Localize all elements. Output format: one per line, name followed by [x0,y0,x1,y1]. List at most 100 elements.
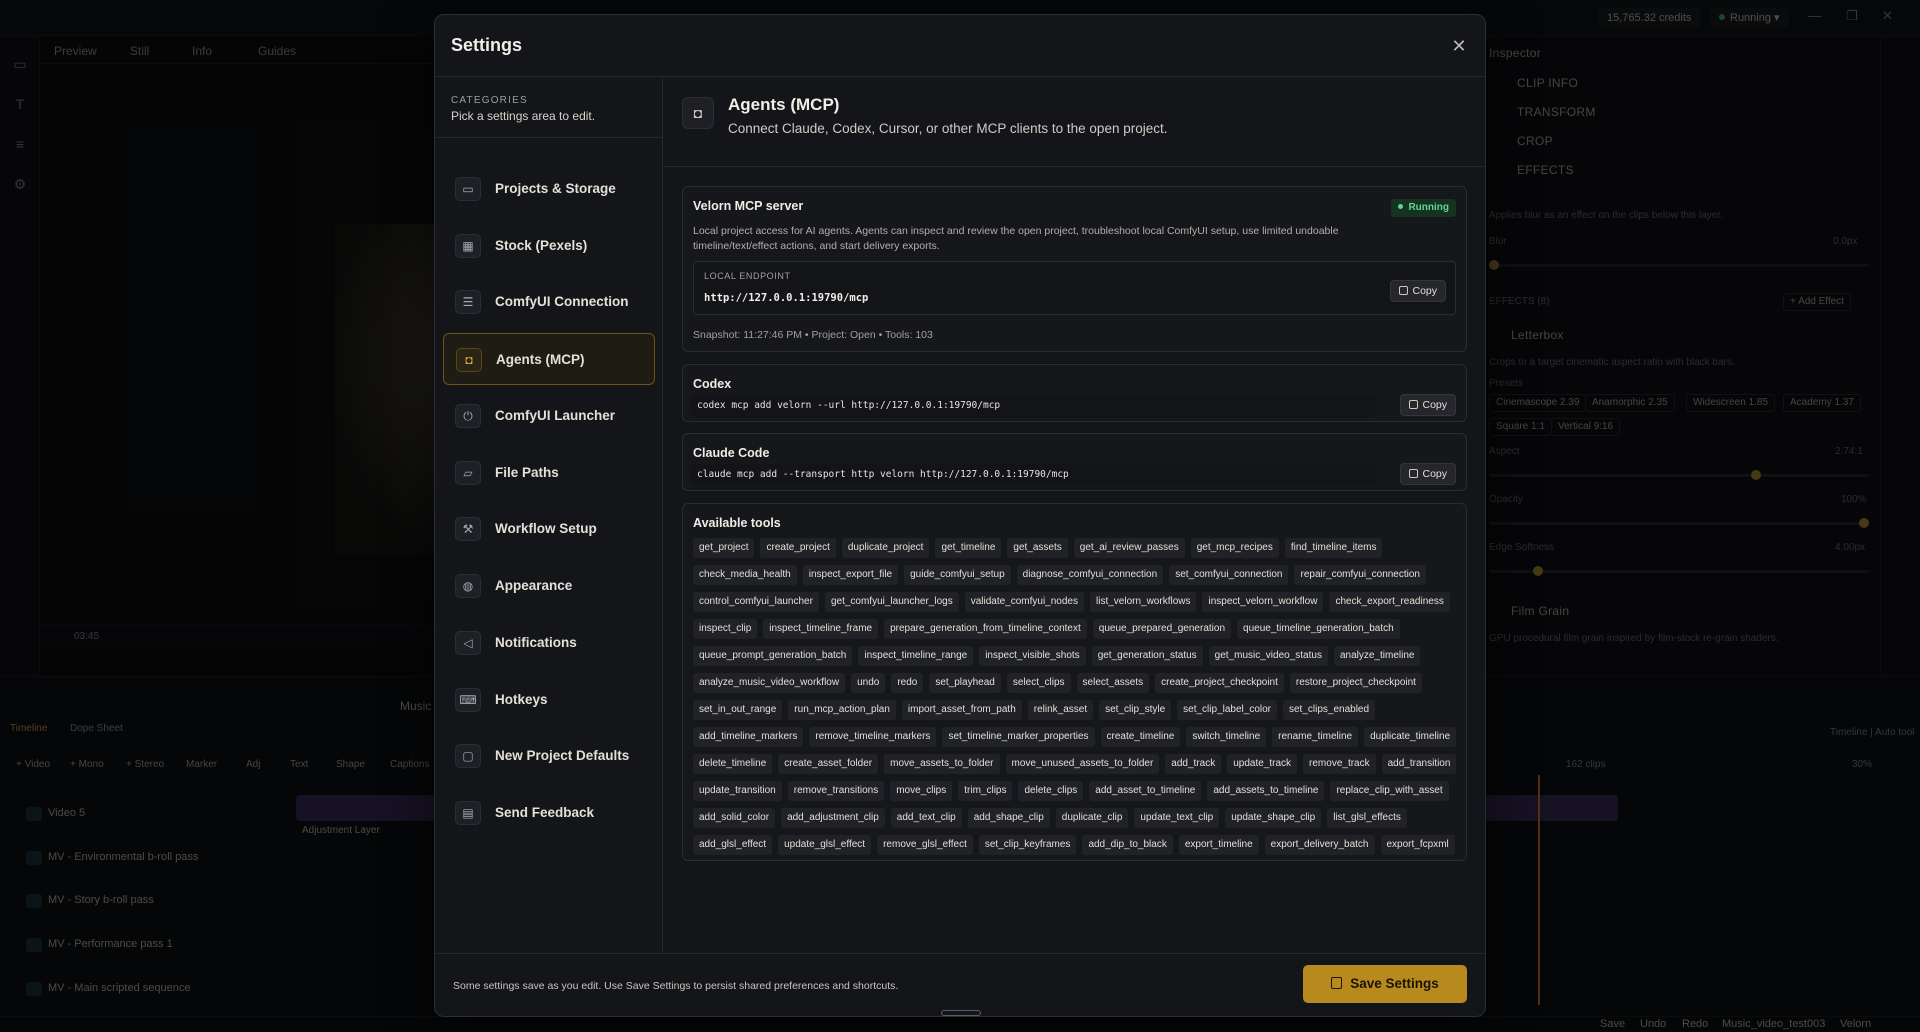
sidebar-item-hotkeys[interactable]: ⌨ Hotkeys [443,674,655,726]
tool-chip[interactable]: add_solid_color [693,808,776,828]
add-mono-button[interactable]: + Mono [70,759,104,770]
aspect-slider[interactable] [1489,474,1869,477]
sliders-icon[interactable]: ≡ [12,136,28,152]
sidebar-item-projects-storage[interactable]: ▭ Projects & Storage [443,163,655,215]
tool-chip[interactable]: inspect_export_file [802,565,899,585]
tool-chip[interactable]: get_comfyui_launcher_logs [824,592,959,612]
tool-chip[interactable]: undo [851,673,886,693]
track-row[interactable]: MV - Main scripted sequence [0,972,290,1006]
tool-chip[interactable]: set_timeline_marker_properties [942,727,1095,747]
tool-chip[interactable]: import_asset_from_path [901,700,1022,720]
preset-chip[interactable]: Academy 1.37 [1783,394,1861,412]
tool-chip[interactable]: set_playhead [929,673,1001,693]
shape-button[interactable]: Shape [336,759,365,770]
tool-chip[interactable]: analyze_music_video_workflow [693,673,846,693]
tool-chip[interactable]: add_shape_clip [967,808,1050,828]
tool-chip[interactable]: get_mcp_recipes [1190,538,1279,558]
tool-chip[interactable]: analyze_timeline [1333,646,1421,666]
edge-softness-knob[interactable] [1533,566,1543,576]
resize-handle[interactable] [941,1010,981,1016]
tool-chip[interactable]: validate_comfyui_nodes [964,592,1084,612]
tool-chip[interactable]: set_in_out_range [693,700,783,720]
sidebar-item-new-project-defaults[interactable]: ▢ New Project Defaults [443,730,655,782]
tool-chip[interactable]: create_timeline [1100,727,1181,747]
opacity-slider-knob[interactable] [1859,518,1869,528]
aspect-slider-knob[interactable] [1751,470,1761,480]
edge-softness-slider[interactable] [1489,570,1869,573]
tool-chip[interactable]: queue_prompt_generation_batch [693,646,853,666]
tool-chip[interactable]: export_timeline [1178,835,1259,855]
tool-chip[interactable]: add_assets_to_timeline [1207,781,1325,801]
tool-chip[interactable]: move_unused_assets_to_folder [1005,754,1160,774]
preset-chip[interactable]: Cinemascope 2.39 [1489,394,1587,412]
tool-chip[interactable]: create_project_checkpoint [1155,673,1284,693]
tool-chip[interactable]: delete_timeline [693,754,773,774]
copy-codex-button[interactable]: Copy [1400,394,1456,416]
adj-button[interactable]: Adj [246,759,260,770]
tool-chip[interactable]: duplicate_project [841,538,930,558]
film-grain-title[interactable]: Film Grain [1511,604,1569,618]
add-stereo-button[interactable]: + Stereo [126,759,164,770]
copy-endpoint-button[interactable]: Copy [1390,280,1446,302]
tool-chip[interactable]: control_comfyui_launcher [693,592,819,612]
tool-chip[interactable]: select_assets [1076,673,1150,693]
tool-chip[interactable]: queue_timeline_generation_batch [1237,619,1400,639]
tool-chip[interactable]: redo [891,673,924,693]
tool-chip[interactable]: add_glsl_effect [693,835,773,855]
undo-link[interactable]: Undo [1640,1018,1666,1030]
preset-chip[interactable]: Anamorphic 2.35 [1585,394,1675,412]
tool-chip[interactable]: rename_timeline [1272,727,1359,747]
tool-chip[interactable]: check_export_readiness [1329,592,1450,612]
sidebar-item-workflow-setup[interactable]: ⚒ Workflow Setup [443,503,655,555]
sidebar-item-file-paths[interactable]: ▱ File Paths [443,447,655,499]
blur-slider-knob[interactable] [1489,260,1499,270]
folder-icon[interactable]: ▭ [12,56,28,72]
tool-chip[interactable]: get_assets [1007,538,1068,558]
tool-chip[interactable]: switch_timeline [1186,727,1267,747]
tool-chip[interactable]: remove_track [1303,754,1376,774]
track-row[interactable]: Video 5 [0,797,290,831]
credits-badge[interactable]: 15,765.32 credits [1598,8,1701,28]
tool-chip[interactable]: list_velorn_workflows [1090,592,1197,612]
tool-chip[interactable]: remove_transitions [787,781,885,801]
preset-chip[interactable]: Vertical 9:16 [1551,418,1621,436]
tool-chip[interactable]: create_project [760,538,836,558]
tool-chip[interactable]: add_text_clip [890,808,962,828]
tool-chip[interactable]: inspect_clip [693,619,758,639]
save-settings-button[interactable]: Save Settings [1303,965,1467,1003]
tool-chip[interactable]: inspect_timeline_range [858,646,974,666]
tool-chip[interactable]: guide_comfyui_setup [904,565,1011,585]
tool-chip[interactable]: update_track [1227,754,1298,774]
opacity-slider[interactable] [1489,522,1869,525]
tool-chip[interactable]: inspect_velorn_workflow [1202,592,1324,612]
track-row[interactable]: MV - Environmental b-roll pass [0,841,290,875]
tool-chip[interactable]: set_clip_keyframes [978,835,1077,855]
sidebar-item-comfyui-launcher[interactable]: ⏻ ComfyUI Launcher [443,390,655,442]
running-status[interactable]: Running ▾ [1710,8,1789,28]
tool-chip[interactable]: add_transition [1381,754,1457,774]
tool-chip[interactable]: inspect_timeline_frame [763,619,879,639]
gear-icon[interactable]: ⚙ [12,176,28,192]
claude-command[interactable]: claude mcp add --transport http velorn h… [691,464,1376,486]
section-crop[interactable]: CROP [1517,134,1553,148]
tool-chip[interactable]: add_timeline_markers [693,727,804,747]
text-button[interactable]: Text [290,759,308,770]
tab-guides[interactable]: Guides [258,44,296,58]
tool-chip[interactable]: move_clips [890,781,953,801]
sidebar-item-send-feedback[interactable]: ▤ Send Feedback [443,787,655,839]
save-link[interactable]: Save [1600,1018,1625,1030]
tool-chip[interactable]: run_mcp_action_plan [788,700,896,720]
add-effect-button[interactable]: + Add Effect [1783,293,1852,311]
tool-chip[interactable]: get_ai_review_passes [1073,538,1185,558]
tool-chip[interactable]: get_generation_status [1091,646,1203,666]
preset-chip[interactable]: Widescreen 1.85 [1686,394,1776,412]
tool-chip[interactable]: export_fcpxml [1380,835,1455,855]
close-window-icon[interactable]: ✕ [1882,8,1893,24]
codex-command[interactable]: codex mcp add velorn --url http://127.0.… [691,395,1376,417]
tab-still[interactable]: Still [130,44,149,58]
tool-chip[interactable]: get_music_video_status [1208,646,1328,666]
tool-chip[interactable]: repair_comfyui_connection [1294,565,1426,585]
section-clip-info[interactable]: CLIP INFO [1517,76,1578,90]
tool-chip[interactable]: set_clips_enabled [1283,700,1376,720]
tool-chip[interactable]: set_comfyui_connection [1169,565,1289,585]
